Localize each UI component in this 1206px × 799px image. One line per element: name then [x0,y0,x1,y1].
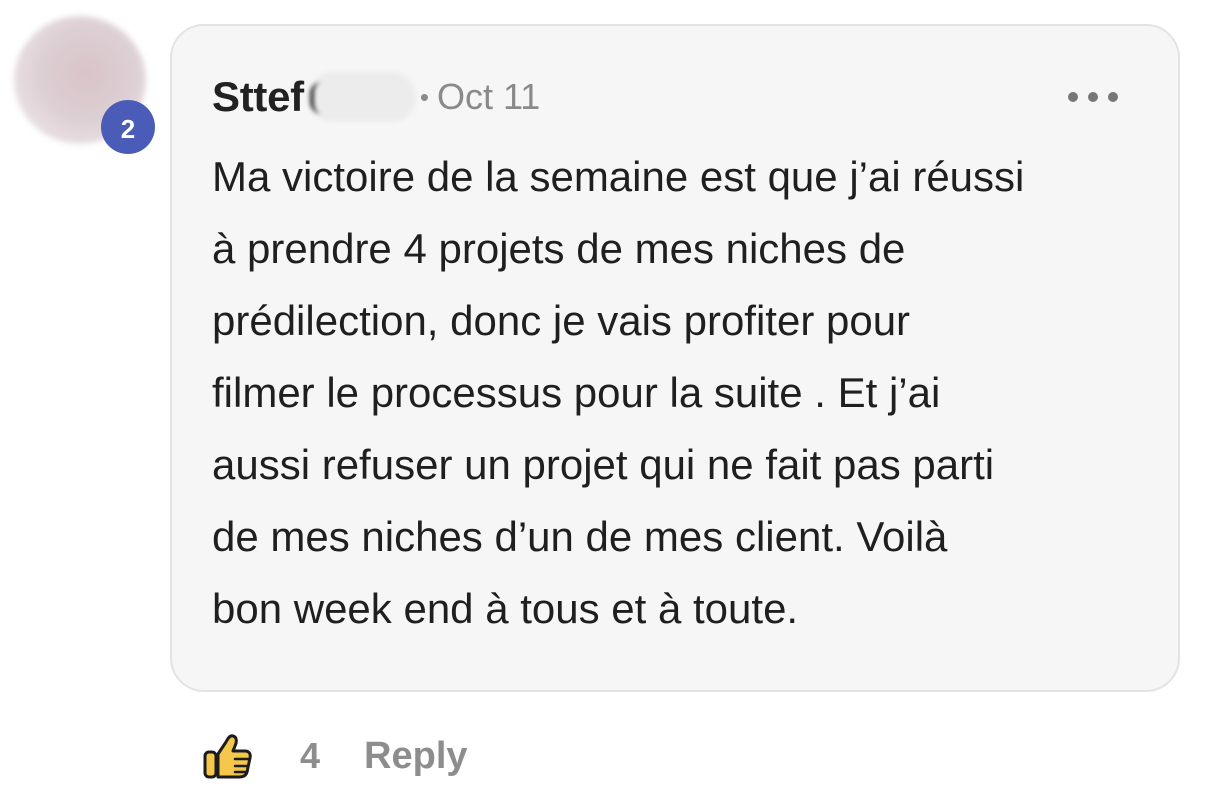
more-dot [1088,92,1098,102]
comment-date[interactable]: Oct 11 [437,76,540,118]
comment-body: Ma victoire de la semaine est que j’ai r… [212,153,1025,632]
more-dot [1068,92,1078,102]
comment-bubble: Sttef • Oct 11 Ma victoire de la semaine… [170,24,1180,692]
comment-header: Sttef • Oct 11 [212,72,540,122]
comment-actions: 4 Reply [202,728,468,784]
more-dot [1108,92,1118,102]
reply-button[interactable]: Reply [364,735,467,778]
comment-thread: 2 Sttef • Oct 11 Ma victoire de la semai… [0,0,1206,799]
level-badge: 2 [101,100,155,154]
more-options-icon[interactable] [1068,90,1118,104]
author-name[interactable]: Sttef [212,73,304,121]
separator-dot: • [419,81,429,112]
thumbs-up-icon[interactable] [202,730,254,782]
redacted-author-surname [307,72,416,122]
like-count: 4 [300,735,321,776]
